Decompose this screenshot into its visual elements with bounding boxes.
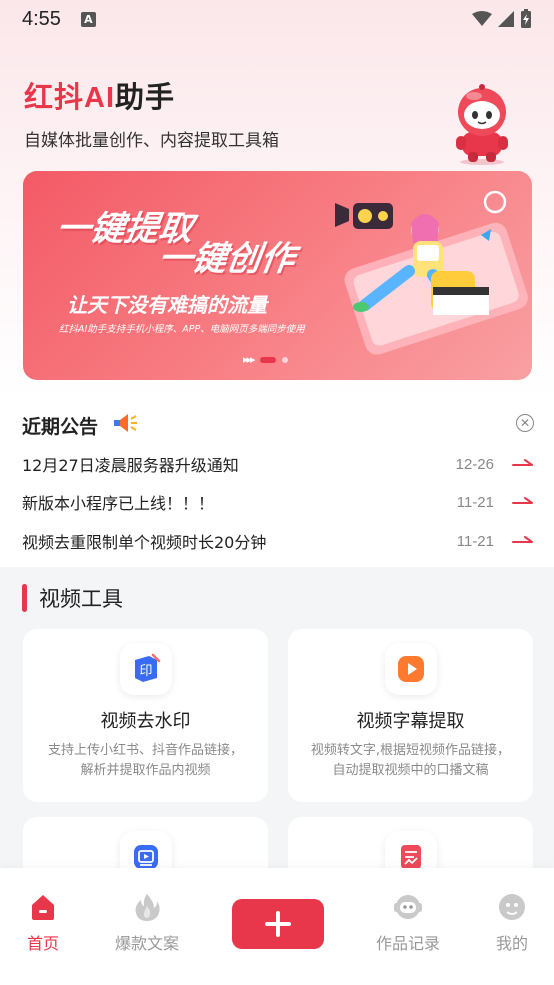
tab-home[interactable]: 首页 [0, 892, 88, 954]
arrow-right-icon [512, 536, 533, 543]
promo-banner[interactable]: 一键提取 一键创作 让天下没有难搞的流量 红抖AI助手支持手机小程序、APP、电… [23, 171, 532, 380]
section-accent-bar [22, 584, 27, 612]
announcement-item[interactable]: 视频去重限制单个视频时长20分钟 11-21 [22, 526, 534, 556]
fire-icon [135, 894, 160, 921]
announcement-text: 12月27日凌晨服务器升级通知 [22, 456, 239, 475]
play-icon [384, 643, 437, 695]
tab-label: 爆款文案 [114, 934, 179, 953]
watermark-icon: 印 [119, 643, 172, 695]
section-title: 视频工具 [39, 587, 123, 611]
announcement-panel: 近期公告 ✕ 12月27日凌晨服务器升级通知 12-26 新版本小程序已上线！！… [0, 394, 554, 567]
announcement-date: 12-26 [455, 455, 494, 473]
announcement-date: 11-21 [456, 493, 494, 511]
profile-icon [499, 894, 525, 920]
tool-title: 视频字幕提取 [356, 711, 465, 732]
tab-label: 作品记录 [375, 934, 440, 953]
pagination-dot[interactable] [281, 356, 288, 363]
banner-arrows: ▸▸▸ [243, 353, 256, 366]
banner-description: 红抖AI助手支持手机小程序、APP、电脑网页多端同步使用 [59, 324, 305, 335]
banner-headline-2: 一键创作 [155, 239, 298, 279]
announcement-text: 视频去重限制单个视频时长20分钟 [22, 533, 267, 552]
tool-description-line: 视频转文字,根据短视频作品链接， [310, 743, 511, 758]
announcement-item[interactable]: 新版本小程序已上线！！！ 11-21 [22, 487, 534, 517]
tool-description: 支持上传小红书、抖音作品链接， 解析并提取作品内视频 [23, 741, 268, 781]
announcement-date: 11-21 [456, 532, 494, 550]
notification-icon: A [80, 11, 96, 27]
banner-illustration-icon [335, 190, 528, 355]
signal-icon [498, 11, 514, 27]
status-time: 4:55 [22, 7, 61, 30]
arrow-right-icon [512, 497, 533, 504]
banner-slogan: 让天下没有难搞的流量 [67, 293, 267, 317]
tool-description-line: 自动提取视频中的口播文稿 [332, 763, 489, 778]
plus-icon [265, 911, 291, 937]
app-subtitle: 自媒体批量创作、内容提取工具箱 [24, 131, 279, 151]
close-announcement-icon[interactable]: ✕ [516, 414, 534, 432]
banner-pagination: ▸▸▸ [243, 353, 288, 366]
bottom-tab-bar: 首页 爆款文案 作品记录 我的 [0, 868, 554, 985]
tool-title: 视频去水印 [100, 711, 191, 732]
battery-icon [521, 9, 531, 28]
add-button[interactable] [232, 899, 324, 949]
app-title-brand: 红抖AI [24, 82, 116, 114]
tab-label: 我的 [495, 934, 528, 953]
robot-icon [394, 895, 422, 919]
status-bar: 4:55 A [0, 0, 554, 38]
tab-mine[interactable]: 我的 [467, 892, 554, 954]
robot-mascot-icon [456, 84, 508, 165]
tool-card-subtitle-extract[interactable]: 视频字幕提取 视频转文字,根据短视频作品链接， 自动提取视频中的口播文稿 [288, 629, 533, 802]
announcement-text: 新版本小程序已上线！！！ [22, 494, 215, 513]
app-title: 红抖AI助手 [24, 74, 175, 116]
tool-card-watermark[interactable]: 印 视频去水印 支持上传小红书、抖音作品链接， 解析并提取作品内视频 [23, 629, 268, 802]
tool-description-line: 解析并提取作品内视频 [80, 763, 211, 778]
tab-hot-copy[interactable]: 爆款文案 [102, 892, 192, 954]
pagination-dot-active[interactable] [259, 356, 276, 363]
tool-description-line: 支持上传小红书、抖音作品链接， [47, 743, 243, 758]
home-icon [32, 895, 54, 920]
wifi-icon [472, 11, 492, 26]
video-tools-header: 视频工具 [22, 583, 123, 613]
megaphone-icon [114, 414, 137, 432]
svg-text:印: 印 [139, 664, 152, 679]
announcement-title: 近期公告 [22, 416, 99, 438]
tool-description: 视频转文字,根据短视频作品链接， 自动提取视频中的口播文稿 [288, 741, 533, 781]
arrow-right-icon [512, 459, 533, 466]
app-title-suffix: 助手 [115, 82, 176, 114]
tab-label: 首页 [26, 934, 59, 953]
announcement-item[interactable]: 12月27日凌晨服务器升级通知 12-26 [22, 449, 534, 479]
tab-works-record[interactable]: 作品记录 [363, 892, 453, 954]
